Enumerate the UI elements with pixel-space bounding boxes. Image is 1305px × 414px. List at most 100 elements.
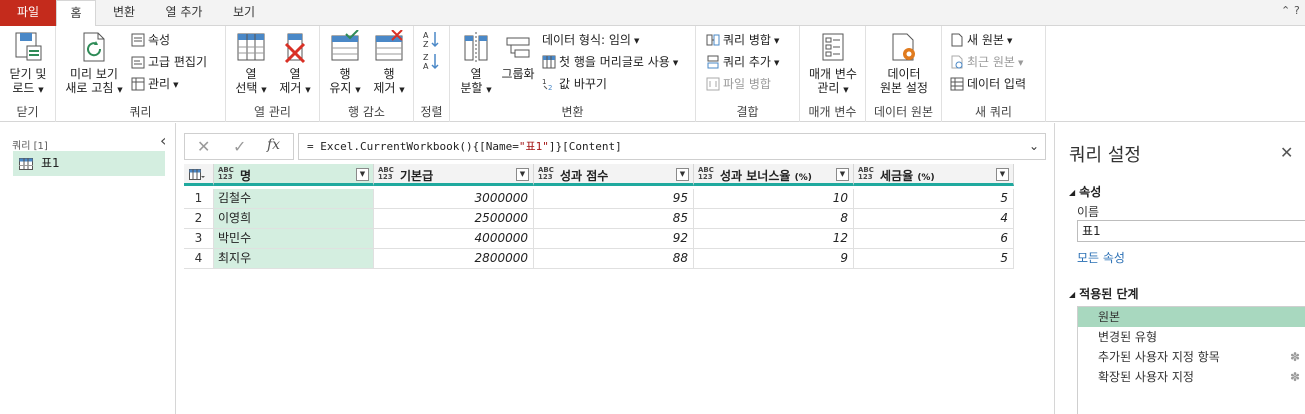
keep-rows-line1: 행: [339, 67, 351, 81]
tab-file[interactable]: 파일: [0, 0, 56, 26]
table-cell[interactable]: 2500000: [374, 209, 534, 229]
function-icon[interactable]: fx: [267, 137, 280, 153]
query-name-input[interactable]: 표1: [1077, 220, 1305, 242]
properties-icon: [131, 33, 145, 47]
row-number[interactable]: 4: [184, 249, 214, 269]
expand-formula-icon[interactable]: ⌄: [1029, 134, 1039, 159]
split-column-button[interactable]: 열 분할 ▼: [454, 30, 498, 97]
tab-home[interactable]: 홈: [56, 0, 96, 27]
table-cell[interactable]: 95: [534, 189, 694, 209]
advanced-editor-button[interactable]: 고급 편집기: [131, 52, 207, 72]
caret-down-icon: ▼: [773, 37, 780, 45]
table-cell[interactable]: 8: [694, 209, 854, 229]
column-header-score[interactable]: ABC 123 성과 점수 ▼: [534, 164, 694, 186]
table-cell[interactable]: 92: [534, 229, 694, 249]
split-column-line2-text: 분할: [460, 81, 483, 95]
table-cell[interactable]: 박민수: [214, 229, 374, 249]
manage-button[interactable]: 관리 ▼: [131, 74, 178, 94]
table-cell[interactable]: 김철수: [214, 189, 374, 209]
collapse-pane-icon[interactable]: ‹: [160, 131, 166, 150]
row-number[interactable]: 3: [184, 229, 214, 249]
remove-rows-button[interactable]: 행 제거 ▼: [368, 30, 410, 97]
collapse-ribbon-icon[interactable]: ⌃: [1281, 4, 1290, 17]
close-and-load-button[interactable]: 닫기 및 로드 ▼: [2, 30, 54, 97]
caret-down-icon: ▼: [399, 86, 405, 94]
manage-parameters-button[interactable]: 매개 변수 관리 ▼: [804, 30, 862, 97]
table-cell[interactable]: 4: [854, 209, 1014, 229]
query-item-table1[interactable]: 표1: [13, 151, 165, 176]
combine-files-button[interactable]: 파일 병합: [706, 74, 771, 94]
properties-button[interactable]: 속성: [131, 30, 170, 50]
recent-sources-button[interactable]: 최근 원본 ▼: [950, 52, 1023, 72]
table-cell[interactable]: 5: [854, 249, 1014, 269]
column-header-name[interactable]: ABC 123 명 ▼: [214, 164, 374, 186]
data-source-settings-button[interactable]: 데이터 원본 설정: [870, 30, 938, 95]
sort-descending-button[interactable]: ZA: [422, 52, 443, 72]
properties-section-header[interactable]: ◢ 속성: [1069, 183, 1101, 200]
row-number[interactable]: 2: [184, 209, 214, 229]
all-properties-link[interactable]: 모든 속성: [1077, 249, 1125, 266]
column-name-text: 명: [240, 169, 252, 183]
table-cell[interactable]: 3000000: [374, 189, 534, 209]
column-header-tax-rate[interactable]: ABC 123 세금율 (%) ▼: [854, 164, 1014, 186]
row-number[interactable]: 1: [184, 189, 214, 209]
table-icon: [19, 158, 33, 170]
step-added-custom[interactable]: 추가된 사용자 지정 항목 ✽: [1078, 347, 1305, 367]
table-corner-menu[interactable]: [184, 164, 214, 186]
table-cell[interactable]: 이영희: [214, 209, 374, 229]
choose-columns-button[interactable]: 열 선택 ▼: [230, 30, 272, 97]
applied-steps-header[interactable]: ◢ 적용된 단계: [1069, 285, 1139, 302]
data-source-settings-line2: 원본 설정: [880, 81, 928, 95]
data-type-dropdown[interactable]: 데이터 형식: 임의 ▼: [542, 30, 639, 50]
enter-data-button[interactable]: 데이터 입력: [950, 74, 1026, 94]
table-cell[interactable]: 5: [854, 189, 1014, 209]
filter-dropdown-icon[interactable]: ▼: [356, 168, 369, 181]
filter-dropdown-icon[interactable]: ▼: [516, 168, 529, 181]
gear-icon[interactable]: ✽: [1290, 347, 1300, 367]
column-header-bonus-rate[interactable]: ABC 123 성과 보너스율 (%) ▼: [694, 164, 854, 186]
column-header-base-pay[interactable]: ABC 123 기본급 ▼: [374, 164, 534, 186]
table-cell[interactable]: 6: [854, 229, 1014, 249]
new-source-button[interactable]: 새 원본 ▼: [950, 30, 1012, 50]
replace-values-button[interactable]: 12 값 바꾸기: [542, 74, 607, 94]
step-changed-type[interactable]: 변경된 유형: [1078, 327, 1305, 347]
step-source[interactable]: 원본: [1078, 307, 1305, 327]
step-expanded-custom[interactable]: 확장된 사용자 지정 ✽: [1078, 367, 1305, 387]
table-cell[interactable]: 10: [694, 189, 854, 209]
column-header-label: 기본급: [400, 167, 433, 184]
use-first-row-as-headers-button[interactable]: 첫 행을 머리글로 사용 ▼: [542, 52, 678, 72]
caret-down-icon: ▼: [486, 86, 492, 94]
table-cell[interactable]: 85: [534, 209, 694, 229]
table-cell[interactable]: 4000000: [374, 229, 534, 249]
recent-sources-icon: [951, 55, 963, 69]
table-cell[interactable]: 최지우: [214, 249, 374, 269]
table-cell[interactable]: 2800000: [374, 249, 534, 269]
filter-dropdown-icon[interactable]: ▼: [676, 168, 689, 181]
close-icon[interactable]: ✕: [1280, 143, 1293, 162]
cancel-icon[interactable]: ✕: [197, 137, 210, 156]
help-icon[interactable]: ?: [1294, 4, 1300, 17]
group-by-button[interactable]: 그룹화: [498, 30, 538, 81]
group-label-parameters: 매개 변수: [808, 105, 857, 119]
applied-steps-list: 원본 변경된 유형 추가된 사용자 지정 항목 ✽ 확장된 사용자 지정 ✽: [1077, 306, 1305, 414]
refresh-preview-button[interactable]: 미리 보기 새로 고침 ▼: [62, 30, 126, 97]
tab-add-column[interactable]: 열 추가: [152, 0, 216, 26]
table-cell[interactable]: 88: [534, 249, 694, 269]
table-cell[interactable]: 9: [694, 249, 854, 269]
table-cell[interactable]: 12: [694, 229, 854, 249]
gear-icon[interactable]: ✽: [1290, 367, 1300, 387]
formula-bar[interactable]: = Excel.CurrentWorkbook(){[Name="표1"]}[C…: [298, 133, 1046, 160]
append-queries-button[interactable]: 쿼리 추가 ▼: [706, 52, 779, 72]
confirm-icon[interactable]: ✓: [233, 137, 246, 156]
data-type-label: 데이터 형식: 임의: [542, 33, 631, 47]
merge-queries-button[interactable]: 쿼리 병합 ▼: [706, 30, 779, 50]
remove-columns-button[interactable]: 열 제거 ▼: [274, 30, 316, 97]
keep-rows-button[interactable]: 행 유지 ▼: [324, 30, 366, 97]
filter-dropdown-icon[interactable]: ▼: [836, 168, 849, 181]
filter-dropdown-icon[interactable]: ▼: [996, 168, 1009, 181]
split-column-line1: 열: [470, 67, 482, 81]
tab-view[interactable]: 보기: [222, 0, 266, 26]
step-label: 변경된 유형: [1098, 330, 1158, 344]
tab-transform[interactable]: 변환: [100, 0, 148, 26]
sort-ascending-button[interactable]: AZ: [422, 30, 443, 50]
